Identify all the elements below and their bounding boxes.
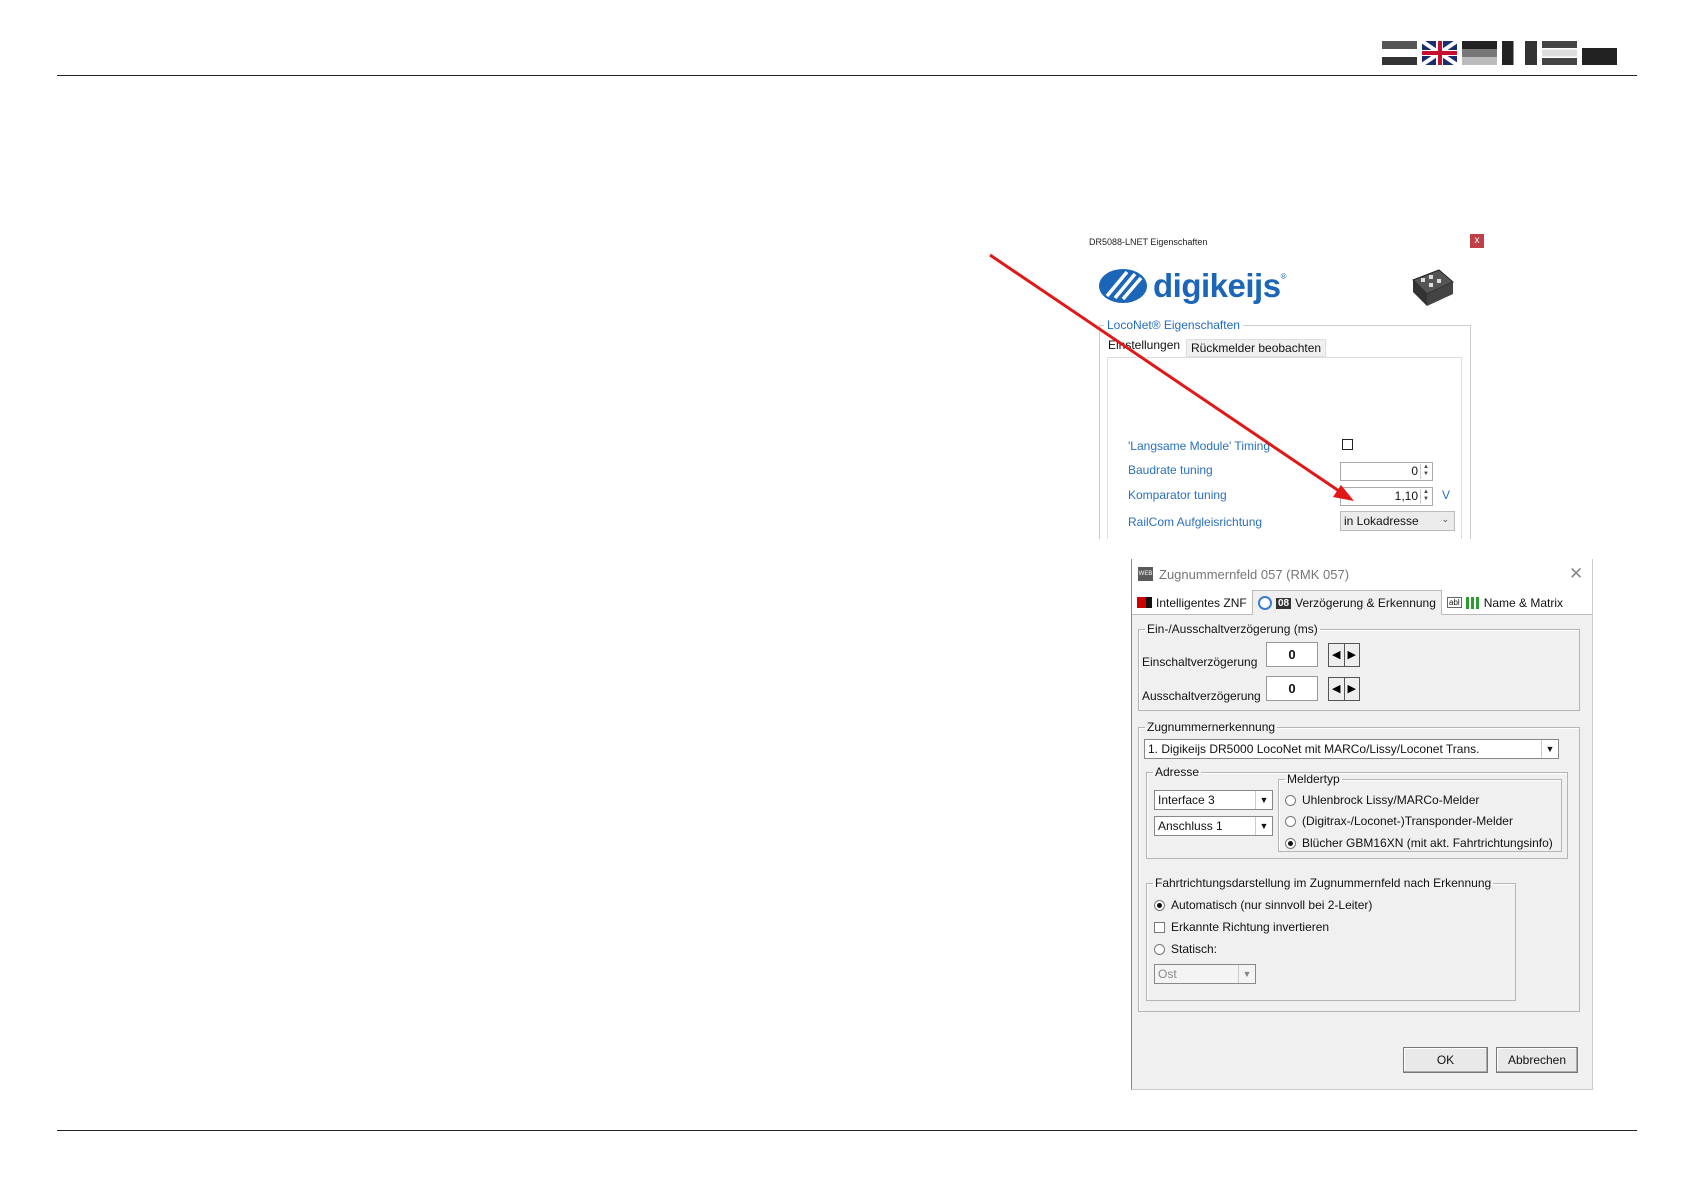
komparator-unit: V — [1442, 488, 1451, 502]
spin-arrows-icon[interactable]: ▲ ▼ — [1420, 464, 1431, 479]
dropdown-arrow-icon[interactable]: ▼ — [1541, 740, 1558, 758]
direction-group-label: Fahrtrichtungsdarstellung im Zugnummernf… — [1155, 876, 1492, 890]
dutch-flag-icon[interactable] — [1542, 41, 1577, 65]
radio-label: Statisch: — [1171, 942, 1218, 956]
matrix-icon — [1465, 596, 1480, 609]
tab-label: Name & Matrix — [1483, 595, 1564, 610]
dropdown-arrow-icon[interactable]: ▼ — [1255, 817, 1272, 835]
direction-radio-auto[interactable]: Automatisch (nur sinnvoll bei 2-Leiter) — [1154, 898, 1372, 912]
ausschalt-field[interactable]: 0 — [1266, 676, 1318, 701]
uk-flag-icon[interactable] — [1422, 41, 1457, 65]
checkbox-label: Erkannte Richtung invertieren — [1171, 920, 1330, 934]
header-rule — [57, 75, 1637, 76]
tab-name-matrix[interactable]: abl Name & Matrix — [1442, 592, 1568, 613]
railcom-select[interactable]: in Lokadresse ⌄ — [1340, 511, 1455, 531]
komparator-spinner[interactable]: 1,10 ▲ ▼ — [1340, 487, 1433, 506]
ok-button[interactable]: OK — [1403, 1047, 1488, 1073]
anschluss-value: Anschluss 1 — [1158, 819, 1223, 833]
dropdown-arrow-icon: ▼ — [1238, 965, 1255, 983]
meldertyp-radio-lissy[interactable]: Uhlenbrock Lissy/MARCo-Melder — [1285, 793, 1479, 807]
tab-einstellungen[interactable]: Einstellungen — [1106, 336, 1182, 354]
ausschalt-stepper[interactable]: ◀ ▶ — [1328, 677, 1360, 701]
slow-modules-checkbox[interactable] — [1342, 439, 1353, 450]
spin-arrows-icon[interactable]: ▲ ▼ — [1420, 489, 1431, 504]
recognition-value: 1. Digikeijs DR5000 LocoNet mit MARCo/Li… — [1148, 742, 1480, 756]
dropdown-arrow-icon[interactable]: ▼ — [1255, 791, 1272, 809]
slow-modules-label: 'Langsame Module' Timing — [1128, 439, 1270, 453]
invert-direction-checkbox[interactable]: Erkannte Richtung invertieren — [1154, 920, 1329, 934]
delay-group-label: Ein-/Ausschaltverzögerung (ms) — [1147, 622, 1318, 636]
tab-intelligentes-znf[interactable]: Intelligentes ZNF — [1132, 592, 1252, 613]
digikeijs-logo-icon — [1099, 269, 1147, 303]
anschluss-select[interactable]: Anschluss 1 ▼ — [1154, 816, 1273, 836]
dr5088-properties-window: DR5088-LNET Eigenschaften x digikeijs ® … — [1085, 228, 1485, 539]
radio-button-selected[interactable] — [1154, 899, 1165, 911]
komparator-value: 1,10 — [1394, 489, 1418, 503]
window-title: Zugnummernfeld 057 (RMK 057) — [1159, 567, 1350, 582]
tab-verzoegerung-erkennung[interactable]: 08 Verzögerung & Erkennung — [1252, 590, 1442, 615]
recognition-group-label: Zugnummernerkennung — [1147, 720, 1276, 734]
baudrate-label: Baudrate tuning — [1128, 463, 1213, 477]
address-group-label: Adresse — [1155, 765, 1200, 779]
cancel-button[interactable]: Abbrechen — [1496, 1047, 1578, 1073]
radio-button[interactable] — [1285, 815, 1296, 827]
railcom-label: RailCom Aufgleisrichtung — [1128, 515, 1263, 529]
close-button[interactable]: x — [1470, 234, 1484, 248]
text-field-icon: abl — [1447, 597, 1462, 608]
window-title: DR5088-LNET Eigenschaften — [1089, 237, 1208, 247]
loconet-group-label: LocoNet® Eigenschaften — [1104, 318, 1243, 332]
digikeijs-logo: digikeijs ® — [1097, 266, 1286, 306]
interface-value: Interface 3 — [1158, 793, 1215, 807]
logo-text: digikeijs — [1153, 267, 1281, 304]
zugnummernfeld-window: WEB Zugnummernfeld 057 (RMK 057) ✕ Intel… — [1131, 559, 1593, 1090]
komparator-label: Komparator tuning — [1128, 488, 1227, 502]
ausschalt-label: Ausschaltverzögerung — [1142, 689, 1261, 703]
counter-icon: 08 — [1276, 597, 1292, 609]
title-bar: WEB Zugnummernfeld 057 (RMK 057) ✕ — [1132, 559, 1592, 589]
tab-rueckmelder[interactable]: Rückmelder beobachten — [1186, 339, 1327, 357]
direction-radio-static[interactable]: Statisch: — [1154, 942, 1217, 956]
clock-icon — [1258, 596, 1272, 610]
tab-label: Intelligentes ZNF — [1156, 595, 1247, 610]
recognition-select[interactable]: 1. Digikeijs DR5000 LocoNet mit MARCo/Li… — [1144, 739, 1559, 759]
radio-button-selected[interactable] — [1285, 837, 1296, 849]
device-icon — [1412, 269, 1454, 306]
meldertyp-radio-bluecher[interactable]: Blücher GBM16XN (mit akt. Fahrtrichtungs… — [1285, 836, 1553, 850]
baudrate-spinner[interactable]: 0 ▲ ▼ — [1340, 462, 1433, 481]
radio-label: Automatisch (nur sinnvoll bei 2-Leiter) — [1171, 898, 1373, 912]
meldertyp-radio-transponder[interactable]: (Digitrax-/Loconet-)Transponder-Melder — [1285, 814, 1513, 828]
baudrate-value: 0 — [1411, 464, 1418, 478]
tab-bar: Intelligentes ZNF 08 Verzögerung & Erken… — [1132, 589, 1592, 615]
chevron-down-icon: ⌄ — [1441, 514, 1449, 524]
arrow-left-icon[interactable]: ◀ — [1329, 678, 1345, 700]
radio-label: (Digitrax-/Loconet-)Transponder-Melder — [1302, 814, 1513, 828]
einschalt-stepper[interactable]: ◀ ▶ — [1328, 643, 1360, 667]
meldertyp-group-label: Meldertyp — [1287, 772, 1340, 786]
einschalt-field[interactable]: 0 — [1266, 642, 1318, 667]
logo-registered: ® — [1280, 271, 1287, 281]
railcom-value: in Lokadresse — [1344, 514, 1419, 528]
static-direction-select: Ost ▼ — [1154, 964, 1256, 984]
footer-rule — [57, 1130, 1637, 1131]
radio-button[interactable] — [1154, 943, 1165, 955]
flag-icon[interactable] — [1382, 41, 1417, 65]
checkbox[interactable] — [1154, 921, 1165, 933]
znf-flag-icon — [1137, 597, 1152, 608]
arrow-right-icon[interactable]: ▶ — [1345, 644, 1360, 666]
radio-button[interactable] — [1285, 794, 1296, 806]
italian-flag-icon[interactable] — [1502, 41, 1537, 65]
radio-label: Uhlenbrock Lissy/MARCo-Melder — [1302, 793, 1480, 807]
static-value: Ost — [1158, 967, 1177, 981]
radio-label: Blücher GBM16XN (mit akt. Fahrtrichtungs… — [1302, 836, 1553, 850]
arrow-right-icon[interactable]: ▶ — [1345, 678, 1360, 700]
close-icon[interactable]: ✕ — [1569, 564, 1583, 584]
arrow-left-icon[interactable]: ◀ — [1329, 644, 1345, 666]
app-icon: WEB — [1138, 567, 1153, 581]
tab-label: Verzögerung & Erkennung — [1295, 596, 1436, 610]
german-flag-icon[interactable] — [1462, 41, 1497, 65]
interface-select[interactable]: Interface 3 ▼ — [1154, 790, 1273, 810]
language-flags — [1382, 41, 1617, 65]
french-flag-icon[interactable] — [1582, 41, 1617, 65]
einschalt-label: Einschaltverzögerung — [1142, 655, 1258, 669]
